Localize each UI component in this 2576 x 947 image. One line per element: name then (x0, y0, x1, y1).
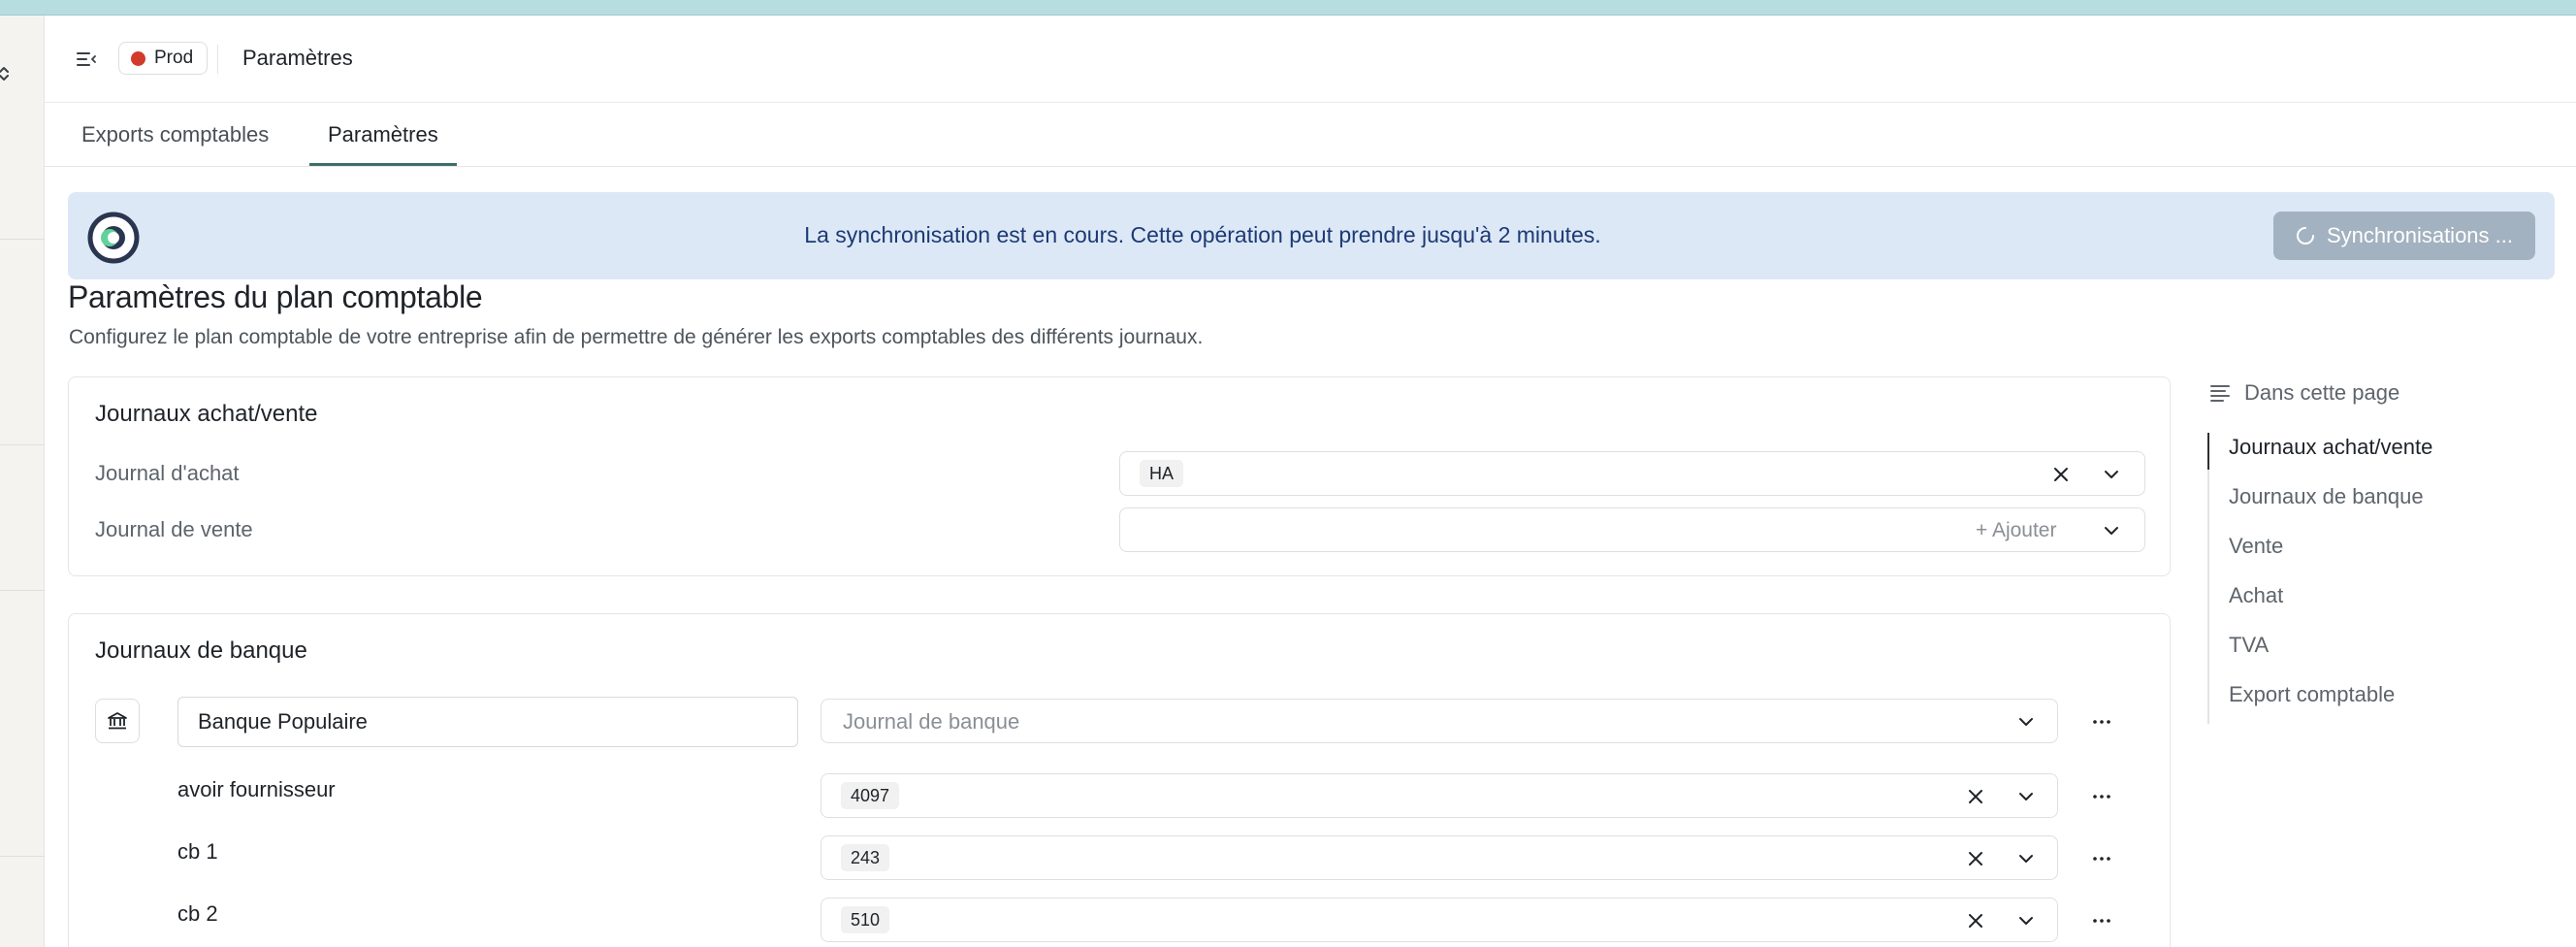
ajouter-link[interactable]: + Ajouter (1976, 519, 2056, 542)
rail-divider (0, 856, 45, 857)
chevron-up-down-icon[interactable] (0, 62, 14, 85)
chevron-down-icon[interactable] (2014, 847, 2038, 870)
chevron-down-icon[interactable] (2014, 909, 2038, 932)
page-title: Paramètres du plan comptable (68, 279, 483, 314)
toc-item-journaux-de-banque[interactable]: Journaux de banque (2229, 484, 2424, 509)
environment-badge[interactable]: Prod (118, 42, 209, 75)
toc-item-vente[interactable]: Vente (2229, 534, 2283, 559)
chevron-down-icon[interactable] (2014, 785, 2038, 808)
toc-item-export-comptable[interactable]: Export comptable (2229, 682, 2395, 707)
page-header-title: Paramètres (242, 46, 353, 70)
journal-vente-select[interactable]: + Ajouter (1119, 507, 2145, 552)
card-title-banque: Journaux de banque (95, 637, 307, 664)
journal-banque-placeholder: Journal de banque (843, 709, 1020, 734)
more-horizontal-icon[interactable] (2085, 710, 2118, 734)
bank-icon (95, 699, 140, 743)
left-sidebar-rail (0, 16, 45, 947)
toc-active-indicator (2207, 433, 2209, 470)
environment-status-dot (131, 50, 145, 66)
environment-label: Prod (154, 48, 194, 68)
rail-divider (0, 590, 45, 591)
toc-item-journaux-achat-vente[interactable]: Journaux achat/vente (2229, 435, 2432, 460)
account-select[interactable]: 510 (821, 898, 2058, 942)
card-title-achat-vente: Journaux achat/vente (95, 401, 318, 427)
active-tab-indicator (309, 163, 457, 166)
rail-divider (0, 444, 45, 445)
bank-name-input[interactable]: Banque Populaire (177, 697, 798, 747)
close-icon[interactable] (2049, 463, 2073, 486)
card-journaux-achat-vente: Journaux achat/vente Journal d'achat HA … (68, 376, 2171, 576)
synchronisations-button-label: Synchronisations ... (2327, 223, 2513, 247)
account-label: avoir fournisseur (177, 777, 336, 801)
spinner-icon (2297, 227, 2314, 245)
header-divider (217, 45, 218, 74)
journal-achat-select[interactable]: HA (1119, 451, 2145, 496)
account-chip: 510 (841, 906, 890, 933)
list-icon (2210, 385, 2230, 402)
more-horizontal-icon[interactable] (2085, 909, 2118, 932)
more-horizontal-icon[interactable] (2085, 785, 2118, 808)
tab-bar: Exports comptables Paramètres (45, 103, 2576, 167)
account-select[interactable]: 243 (821, 835, 2058, 880)
sync-message: La synchronisation est en cours. Cette o… (804, 222, 1601, 247)
journal-achat-chip: HA (1140, 460, 1184, 487)
toc-heading-label: Dans cette page (2244, 380, 2400, 405)
journal-achat-label: Journal d'achat (95, 461, 240, 485)
top-window-strip (0, 0, 2576, 16)
chevron-down-icon[interactable] (2100, 519, 2123, 542)
account-chip: 4097 (841, 782, 900, 809)
page-header: Prod Paramètres (45, 16, 2576, 103)
close-icon[interactable] (1964, 847, 1987, 870)
sync-banner: La synchronisation est en cours. Cette o… (68, 192, 2555, 279)
tab-parametres[interactable]: Paramètres (328, 122, 438, 147)
chevron-down-icon[interactable] (2100, 463, 2123, 486)
close-icon[interactable] (1964, 909, 1987, 932)
toc-heading: Dans cette page (2209, 380, 2399, 406)
sidebar-collapse-icon[interactable] (72, 45, 101, 74)
account-label: cb 1 (177, 839, 218, 864)
account-select[interactable]: 4097 (821, 773, 2058, 818)
account-chip: 243 (841, 844, 890, 871)
journal-vente-label: Journal de vente (95, 517, 253, 541)
account-label: cb 2 (177, 901, 218, 926)
toc-item-achat[interactable]: Achat (2229, 583, 2283, 608)
more-horizontal-icon[interactable] (2085, 847, 2118, 870)
toc-item-tva[interactable]: TVA (2229, 633, 2269, 658)
card-journaux-banque: Journaux de banque Banque Populaire Jour… (68, 613, 2171, 947)
rail-divider (0, 239, 45, 240)
tab-exports-comptables[interactable]: Exports comptables (81, 122, 269, 147)
synchronisations-button[interactable]: Synchronisations ... (2273, 212, 2535, 260)
close-icon[interactable] (1964, 785, 1987, 808)
journal-banque-select[interactable]: Journal de banque (821, 699, 2058, 743)
toc-track (2207, 433, 2209, 724)
chevron-down-icon[interactable] (2014, 710, 2038, 734)
page-description: Configurez le plan comptable de votre en… (69, 326, 1204, 348)
